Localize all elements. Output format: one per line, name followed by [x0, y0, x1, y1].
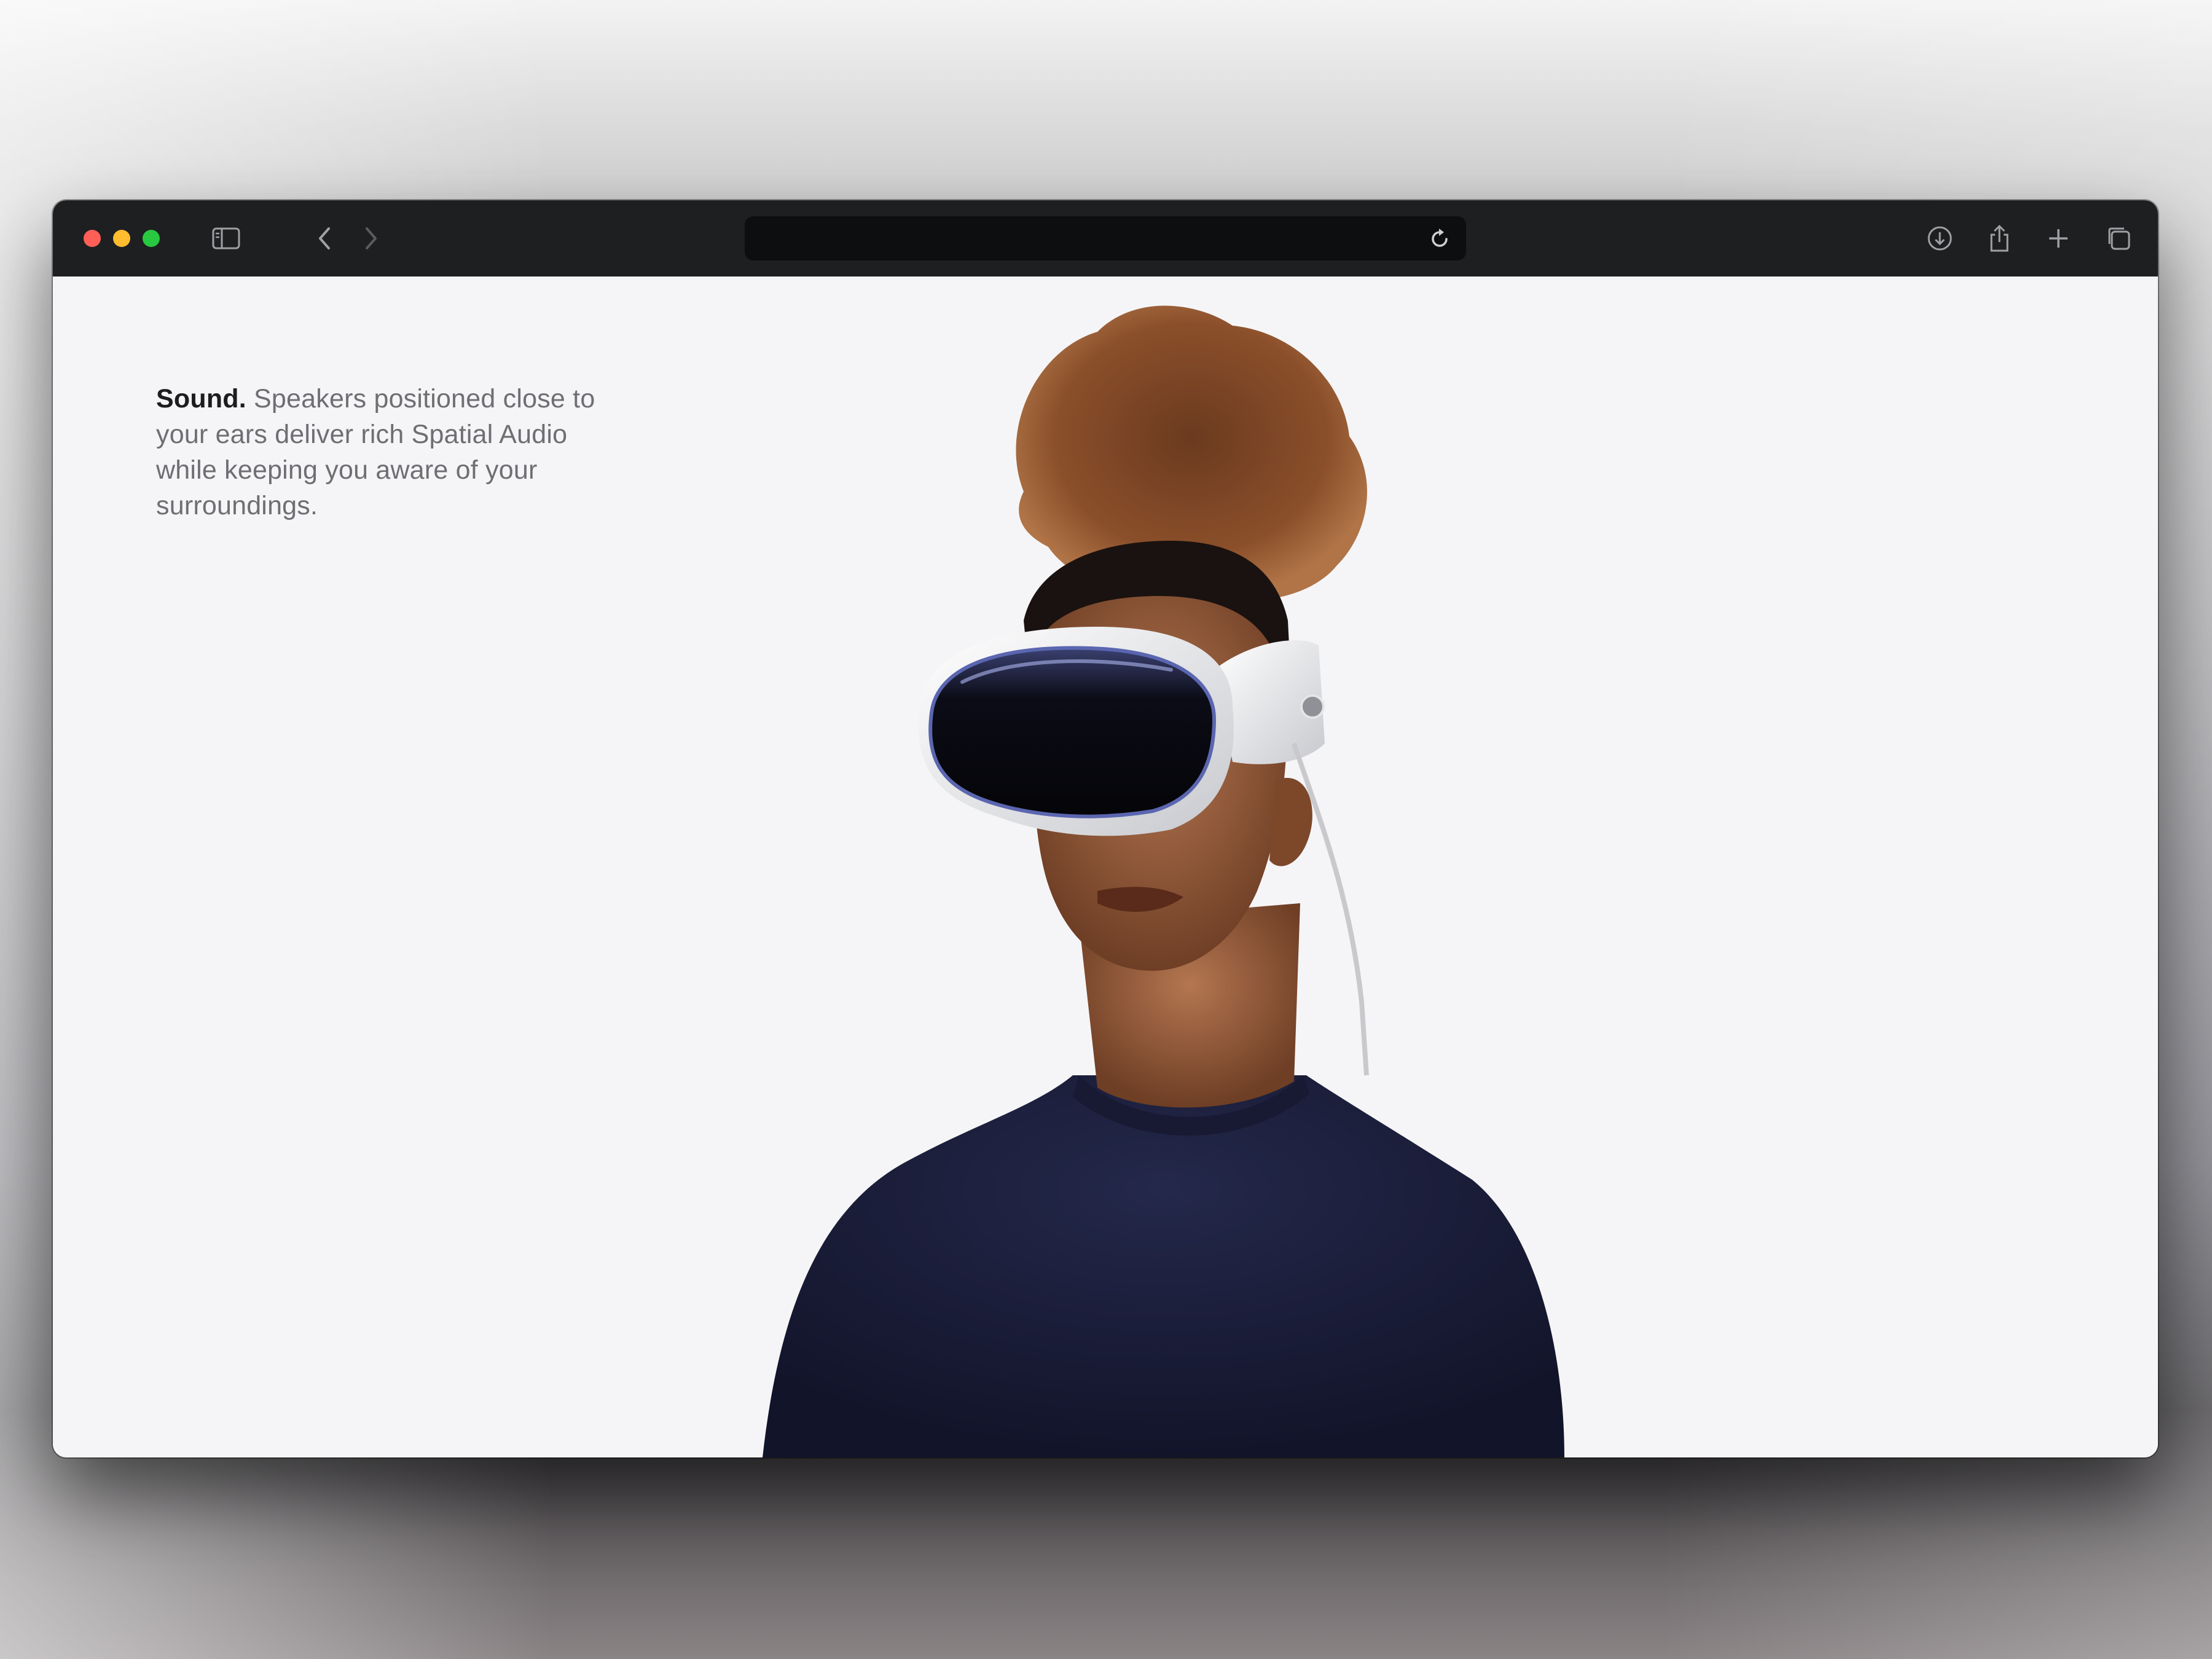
- feature-description: Sound. Speakers positioned close to your…: [156, 381, 598, 524]
- page-content: Sound. Speakers positioned close to your…: [53, 276, 2158, 1457]
- forward-icon[interactable]: [354, 221, 388, 256]
- browser-window: Sound. Speakers positioned close to your…: [53, 200, 2158, 1457]
- reload-icon[interactable]: [1423, 221, 1457, 256]
- back-icon[interactable]: [307, 221, 342, 256]
- minimize-window-button[interactable]: [113, 230, 130, 247]
- close-window-button[interactable]: [84, 230, 101, 247]
- tabs-overview-icon[interactable]: [2101, 221, 2136, 256]
- share-icon[interactable]: [1982, 221, 2017, 256]
- address-bar[interactable]: [745, 216, 1466, 261]
- sidebar-icon[interactable]: [209, 221, 243, 256]
- new-tab-icon[interactable]: [2041, 221, 2076, 256]
- feature-title: Sound.: [156, 384, 246, 414]
- download-icon[interactable]: [1923, 221, 1957, 256]
- zoom-window-button[interactable]: [143, 230, 160, 247]
- browser-toolbar: [53, 200, 2158, 278]
- product-hero-image: [763, 305, 1564, 1457]
